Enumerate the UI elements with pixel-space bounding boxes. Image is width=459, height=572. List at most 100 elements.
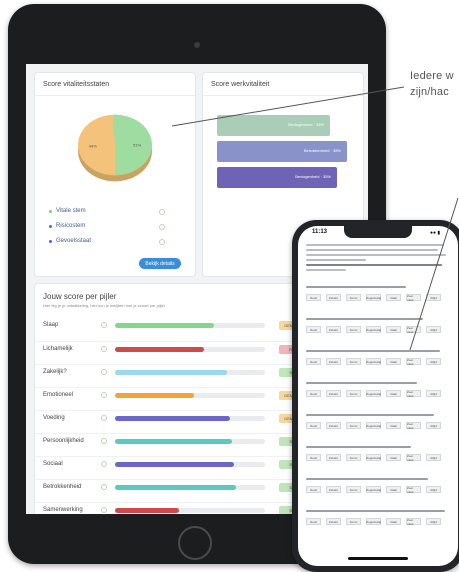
answer-option[interactable]: Nooit (306, 518, 321, 525)
pillar-score-fill (115, 485, 236, 490)
pillar-score-row: LichamelijkRISICO (35, 341, 333, 358)
answer-option[interactable]: Nooit (306, 358, 321, 365)
answer-option[interactable]: Altijd (426, 358, 441, 365)
legend-dot (49, 209, 52, 213)
answer-option[interactable]: Regelmatig (366, 294, 381, 301)
answer-option[interactable]: Zeer vaak (406, 486, 421, 494)
pillar-scores-card: Jouw score per pijler Hier leg je je ont… (34, 283, 334, 514)
pillar-score-fill (115, 347, 204, 352)
pillar-label: Betrokkenheid (43, 484, 82, 490)
answer-option[interactable]: Altijd (426, 518, 441, 525)
answer-option[interactable]: Regelmatig (366, 486, 381, 493)
answer-option[interactable]: Zeer vaak (406, 422, 421, 430)
pillar-label: Persoonlijkheid (43, 438, 84, 444)
work-vitality-bar-label: Betrokkenheid · 38% (303, 148, 341, 153)
answer-option[interactable]: Regelmatig (366, 390, 381, 397)
answer-option[interactable]: Zelden (326, 358, 341, 365)
info-icon[interactable] (159, 224, 165, 230)
answer-option[interactable]: Zeer vaak (406, 518, 421, 526)
answer-option[interactable]: Zeer vaak (406, 294, 421, 302)
answer-option[interactable]: Zeer vaak (406, 390, 421, 398)
info-icon[interactable] (101, 346, 107, 352)
phone-status-icons: ●● ▮ (430, 230, 441, 236)
question-text (306, 286, 406, 288)
card-divider (35, 95, 195, 96)
answer-option[interactable]: Soms (346, 486, 361, 493)
answer-option[interactable]: Zelden (326, 390, 341, 397)
info-icon[interactable] (101, 507, 107, 513)
info-icon[interactable] (159, 239, 165, 245)
answer-option[interactable]: Regelmatig (366, 358, 381, 365)
pillar-score-row: EmotioneelGEMIDDELD (35, 387, 333, 404)
home-button[interactable] (178, 526, 212, 560)
pillar-score-track (115, 508, 265, 513)
answer-option[interactable]: Altijd (426, 294, 441, 301)
answer-option[interactable]: Regelmatig (366, 454, 381, 461)
answer-option[interactable]: Altijd (426, 326, 441, 333)
answer-option[interactable]: Nooit (306, 454, 321, 461)
answer-option[interactable]: Vaak (386, 422, 401, 429)
answer-option[interactable]: Nooit (306, 422, 321, 429)
pillar-score-fill (115, 393, 194, 398)
answer-option[interactable]: Regelmatig (366, 518, 381, 525)
home-indicator (348, 557, 408, 560)
answer-option[interactable]: Zelden (326, 422, 341, 429)
answer-option[interactable]: Vaak (386, 518, 401, 525)
pillar-score-row: SamenwerkingSTERK (35, 502, 333, 514)
answer-option[interactable]: Zeer vaak (406, 326, 421, 334)
info-icon[interactable] (101, 461, 107, 467)
answer-option[interactable]: Soms (346, 454, 361, 461)
info-icon[interactable] (101, 438, 107, 444)
question-text (306, 382, 417, 384)
answer-option[interactable]: Vaak (386, 294, 401, 301)
answer-option[interactable]: Nooit (306, 486, 321, 493)
answer-option[interactable]: Nooit (306, 326, 321, 333)
answer-option[interactable]: Zeer vaak (406, 358, 421, 366)
answer-option[interactable]: Altijd (426, 390, 441, 397)
answer-option[interactable]: Zelden (326, 294, 341, 301)
answer-option[interactable]: Vaak (386, 454, 401, 461)
pillar-score-row: VoedingGEMIDDELD (35, 410, 333, 427)
answer-option[interactable]: Altijd (426, 454, 441, 461)
legend-dot (49, 224, 52, 228)
annotation-text-line2: zijn/hac (410, 86, 449, 98)
answer-option[interactable]: Vaak (386, 486, 401, 493)
pillar-score-track (115, 485, 265, 490)
answer-option[interactable]: Nooit (306, 294, 321, 301)
phone-notch (344, 226, 412, 238)
pillar-score-track (115, 347, 265, 352)
answer-option[interactable]: Soms (346, 358, 361, 365)
info-icon[interactable] (101, 392, 107, 398)
phone-device: 11:13 ●● ▮ Nooit Zelden Soms Regelmatig Vaak… (292, 220, 459, 572)
answer-option[interactable]: Zeer vaak (406, 454, 421, 462)
questionnaire-screen: 11:13 ●● ▮ Nooit Zelden Soms Regelmatig Vaak… (298, 226, 458, 566)
pillar-label: Emotioneel (43, 392, 74, 398)
info-icon[interactable] (101, 415, 107, 421)
answer-option[interactable]: Zelden (326, 454, 341, 461)
details-button[interactable]: Bekijk details (139, 258, 181, 269)
pillar-label: Voeding (43, 415, 65, 421)
answer-option[interactable]: Soms (346, 518, 361, 525)
info-icon[interactable] (101, 322, 107, 328)
answer-option[interactable]: Zelden (326, 486, 341, 493)
pillar-score-fill (115, 462, 234, 467)
answer-option[interactable]: Zelden (326, 518, 341, 525)
answer-option[interactable]: Regelmatig (366, 326, 381, 333)
answer-option[interactable]: Regelmatig (366, 422, 381, 429)
info-icon[interactable] (101, 369, 107, 375)
answer-option[interactable]: Vaak (386, 326, 401, 333)
answer-option[interactable]: Soms (346, 422, 361, 429)
answer-option[interactable]: Zelden (326, 326, 341, 333)
info-icon[interactable] (159, 209, 165, 215)
answer-option[interactable]: Vaak (386, 358, 401, 365)
legend-label: Gevoelsstaat (56, 238, 92, 244)
answer-option[interactable]: Soms (346, 294, 361, 301)
answer-option[interactable]: Altijd (426, 486, 441, 493)
answer-option[interactable]: Nooit (306, 390, 321, 397)
answer-option[interactable]: Vaak (386, 390, 401, 397)
answer-option[interactable]: Altijd (426, 422, 441, 429)
phone-time: 11:13 (312, 229, 328, 235)
info-icon[interactable] (101, 484, 107, 490)
answer-option[interactable]: Soms (346, 390, 361, 397)
answer-option[interactable]: Soms (346, 326, 361, 333)
